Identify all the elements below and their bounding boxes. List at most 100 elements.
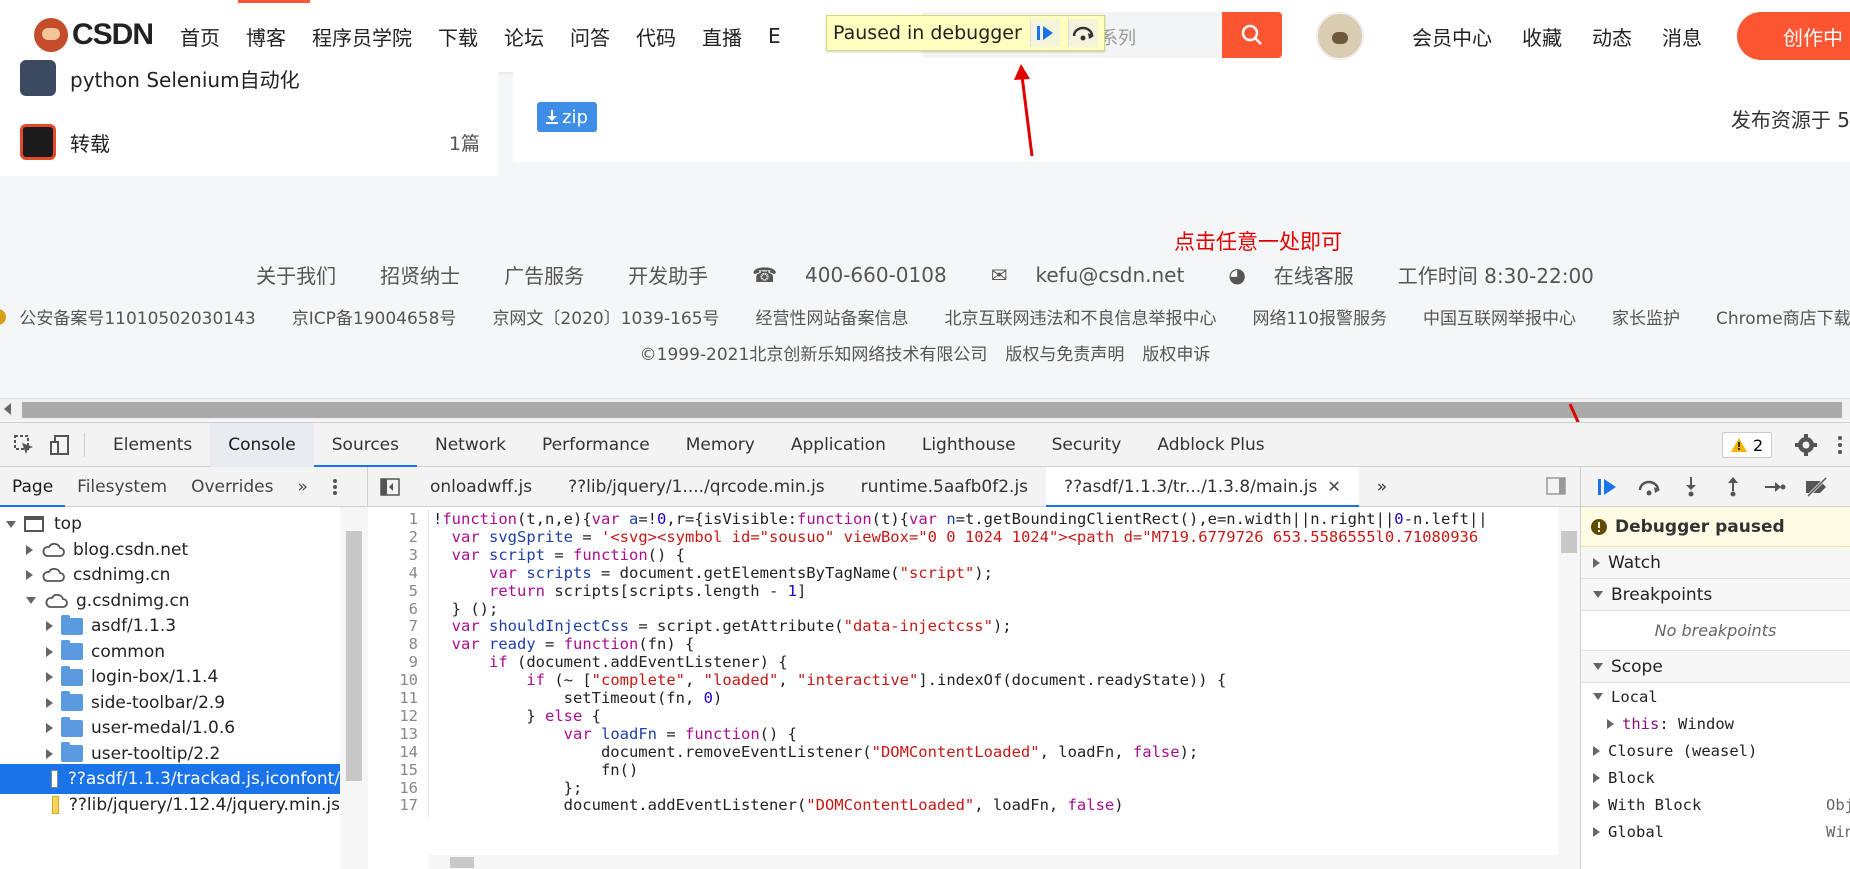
step-into-button[interactable] bbox=[1677, 473, 1705, 501]
code-content[interactable]: 1 !function(t,n,e){var a=!0,r={isVisible:… bbox=[368, 507, 1558, 869]
collapse-triangle-icon[interactable] bbox=[6, 520, 16, 528]
expand-triangle-icon[interactable] bbox=[46, 672, 53, 682]
tab-sources[interactable]: Sources bbox=[313, 423, 418, 467]
scope-item[interactable]: Local bbox=[1581, 683, 1850, 710]
scope-list: Local this: Window Closure (weasel) Block Wi… bbox=[1581, 683, 1850, 845]
tab-lighthouse[interactable]: Lighthouse bbox=[904, 423, 1034, 467]
folder-icon bbox=[61, 665, 83, 686]
tab-network[interactable]: Network bbox=[417, 423, 524, 467]
scrollbar-thumb[interactable] bbox=[346, 531, 362, 781]
file-tree: top blog.csdn.net csdnimg.cn g.csdnimg.cn as… bbox=[0, 507, 340, 869]
watch-section-header[interactable]: Watch bbox=[1581, 547, 1850, 579]
expand-triangle-icon bbox=[1593, 772, 1600, 783]
scrollbar-thumb[interactable] bbox=[450, 857, 474, 868]
expand-triangle-icon[interactable] bbox=[26, 544, 33, 555]
collapse-triangle-icon[interactable] bbox=[26, 597, 36, 604]
toggle-debugger-sidebar-button[interactable] bbox=[1546, 477, 1566, 499]
expand-triangle-icon bbox=[1593, 826, 1600, 837]
devtools-tabbar: Elements Console Sources Network Performance… bbox=[0, 422, 1850, 467]
scope-item[interactable]: Closure (weasel) bbox=[1581, 737, 1850, 764]
folder-icon bbox=[61, 691, 83, 711]
toggle-navigator-button[interactable] bbox=[368, 467, 412, 507]
gear-icon bbox=[1795, 434, 1817, 456]
tree-row-label: login-box/1.1.4 bbox=[91, 667, 219, 687]
step-out-button[interactable] bbox=[1719, 473, 1747, 501]
tree-row[interactable]: ??lib/jquery/1.12.4/jquery.min.js bbox=[0, 790, 340, 820]
line-number[interactable]: 17 bbox=[368, 796, 428, 817]
code-text: document.addEventListener("DOMContentLoa… bbox=[428, 796, 1124, 818]
scope-item[interactable]: Global Win bbox=[1581, 818, 1850, 845]
expand-triangle-icon[interactable] bbox=[26, 570, 33, 580]
scope-item-label: With Block bbox=[1608, 795, 1702, 814]
more-tabs-chevron-icon[interactable]: » bbox=[285, 467, 319, 507]
warnings-badge[interactable]: 2 bbox=[1722, 432, 1773, 458]
folder-icon bbox=[61, 716, 83, 737]
tab-application[interactable]: Application bbox=[773, 423, 904, 467]
tree-row-label: csdnimg.cn bbox=[73, 565, 171, 585]
scope-label: Scope bbox=[1611, 656, 1663, 677]
navigator-menu-button[interactable] bbox=[320, 467, 350, 507]
step-button[interactable] bbox=[1761, 473, 1789, 501]
scope-item-value: Obj bbox=[1826, 795, 1850, 814]
resume-button[interactable] bbox=[1593, 473, 1621, 501]
expand-triangle-icon[interactable] bbox=[46, 748, 53, 759]
code-line[interactable]: 17 document.addEventListener("DOMContent… bbox=[368, 796, 1558, 818]
editor-horizontal-scrollbar[interactable] bbox=[428, 855, 1558, 869]
editor-tab[interactable]: onloadwff.js bbox=[412, 467, 550, 507]
scope-item-label: Global bbox=[1608, 822, 1664, 841]
tab-overrides[interactable]: Overrides bbox=[179, 467, 285, 507]
expand-triangle-icon[interactable] bbox=[46, 646, 53, 657]
inspect-element-button[interactable] bbox=[10, 431, 38, 459]
breakpoints-section-header[interactable]: Breakpoints bbox=[1581, 579, 1850, 611]
tab-console[interactable]: Console bbox=[210, 422, 314, 467]
tab-page[interactable]: Page bbox=[0, 467, 66, 507]
cloud-icon bbox=[41, 567, 65, 583]
scope-item[interactable]: this: Window bbox=[1581, 710, 1850, 737]
paused-message-text: Debugger paused bbox=[1615, 516, 1785, 537]
step-into-icon bbox=[1686, 476, 1696, 496]
tree-row-label: user-tooltip/2.2 bbox=[91, 743, 221, 764]
tab-filesystem[interactable]: Filesystem bbox=[65, 467, 179, 507]
tree-scrollbar[interactable] bbox=[340, 507, 368, 869]
more-editor-tabs-chevron-icon[interactable]: » bbox=[1359, 467, 1405, 507]
scope-item-label: Block bbox=[1608, 768, 1655, 787]
editor-vertical-scrollbar[interactable] bbox=[1558, 507, 1580, 869]
editor-tab[interactable]: ??asdf/1.1.3/tr.../1.3.8/main.js ✕ bbox=[1046, 466, 1359, 507]
step-out-icon bbox=[1728, 476, 1738, 496]
tab-elements[interactable]: Elements bbox=[95, 423, 210, 467]
deactivate-breakpoints-button[interactable] bbox=[1803, 473, 1831, 501]
tab-adblock-plus[interactable]: Adblock Plus bbox=[1139, 423, 1282, 467]
scope-item[interactable]: Block bbox=[1581, 764, 1850, 791]
device-toolbar-button[interactable] bbox=[46, 431, 74, 459]
folder-icon bbox=[61, 742, 83, 762]
editor-tabs: onloadwff.js ??lib/jquery/1..../qrcode.mi… bbox=[368, 466, 1580, 507]
more-options-button[interactable] bbox=[1836, 433, 1844, 461]
no-breakpoints-message: No breakpoints bbox=[1581, 611, 1850, 651]
expand-triangle-icon[interactable] bbox=[46, 621, 53, 631]
expand-triangle-icon[interactable] bbox=[46, 723, 53, 733]
close-icon[interactable]: ✕ bbox=[1327, 477, 1340, 496]
navigator-tabs: Page Filesystem Overrides » bbox=[0, 467, 367, 507]
step-over-button[interactable] bbox=[1635, 473, 1663, 501]
folder-icon bbox=[61, 614, 83, 635]
scrollbar-thumb[interactable] bbox=[1561, 531, 1577, 553]
breakpoints-label: Breakpoints bbox=[1611, 584, 1713, 605]
editor-tab[interactable]: ??lib/jquery/1..../qrcode.min.js bbox=[550, 467, 843, 507]
expand-triangle-icon[interactable] bbox=[46, 697, 53, 708]
tree-row-label: ??lib/jquery/1.12.4/jquery.min.js bbox=[68, 794, 340, 815]
editor-tab-label: ??asdf/1.1.3/tr.../1.3.8/main.js bbox=[1064, 476, 1318, 497]
tab-performance[interactable]: Performance bbox=[524, 423, 668, 467]
collapse-triangle-icon bbox=[1593, 663, 1603, 670]
inspect-cursor-icon bbox=[14, 434, 33, 454]
devtools-panel: Elements Console Sources Network Performance… bbox=[0, 422, 1850, 869]
expand-triangle-icon bbox=[1593, 799, 1600, 810]
tab-memory[interactable]: Memory bbox=[668, 423, 773, 467]
tree-row-label: side-toolbar/2.9 bbox=[91, 692, 226, 713]
tab-security[interactable]: Security bbox=[1034, 423, 1140, 467]
settings-button[interactable] bbox=[1794, 433, 1818, 461]
editor-tab[interactable]: runtime.5aafb0f2.js bbox=[843, 467, 1046, 507]
scope-item[interactable]: With Block Obj bbox=[1581, 791, 1850, 818]
debugger-sidebar: Debugger paused Watch Breakpoints No bre… bbox=[1580, 467, 1850, 869]
scope-section-header[interactable]: Scope bbox=[1581, 651, 1850, 683]
editor-tab-label: runtime.5aafb0f2.js bbox=[860, 476, 1029, 497]
